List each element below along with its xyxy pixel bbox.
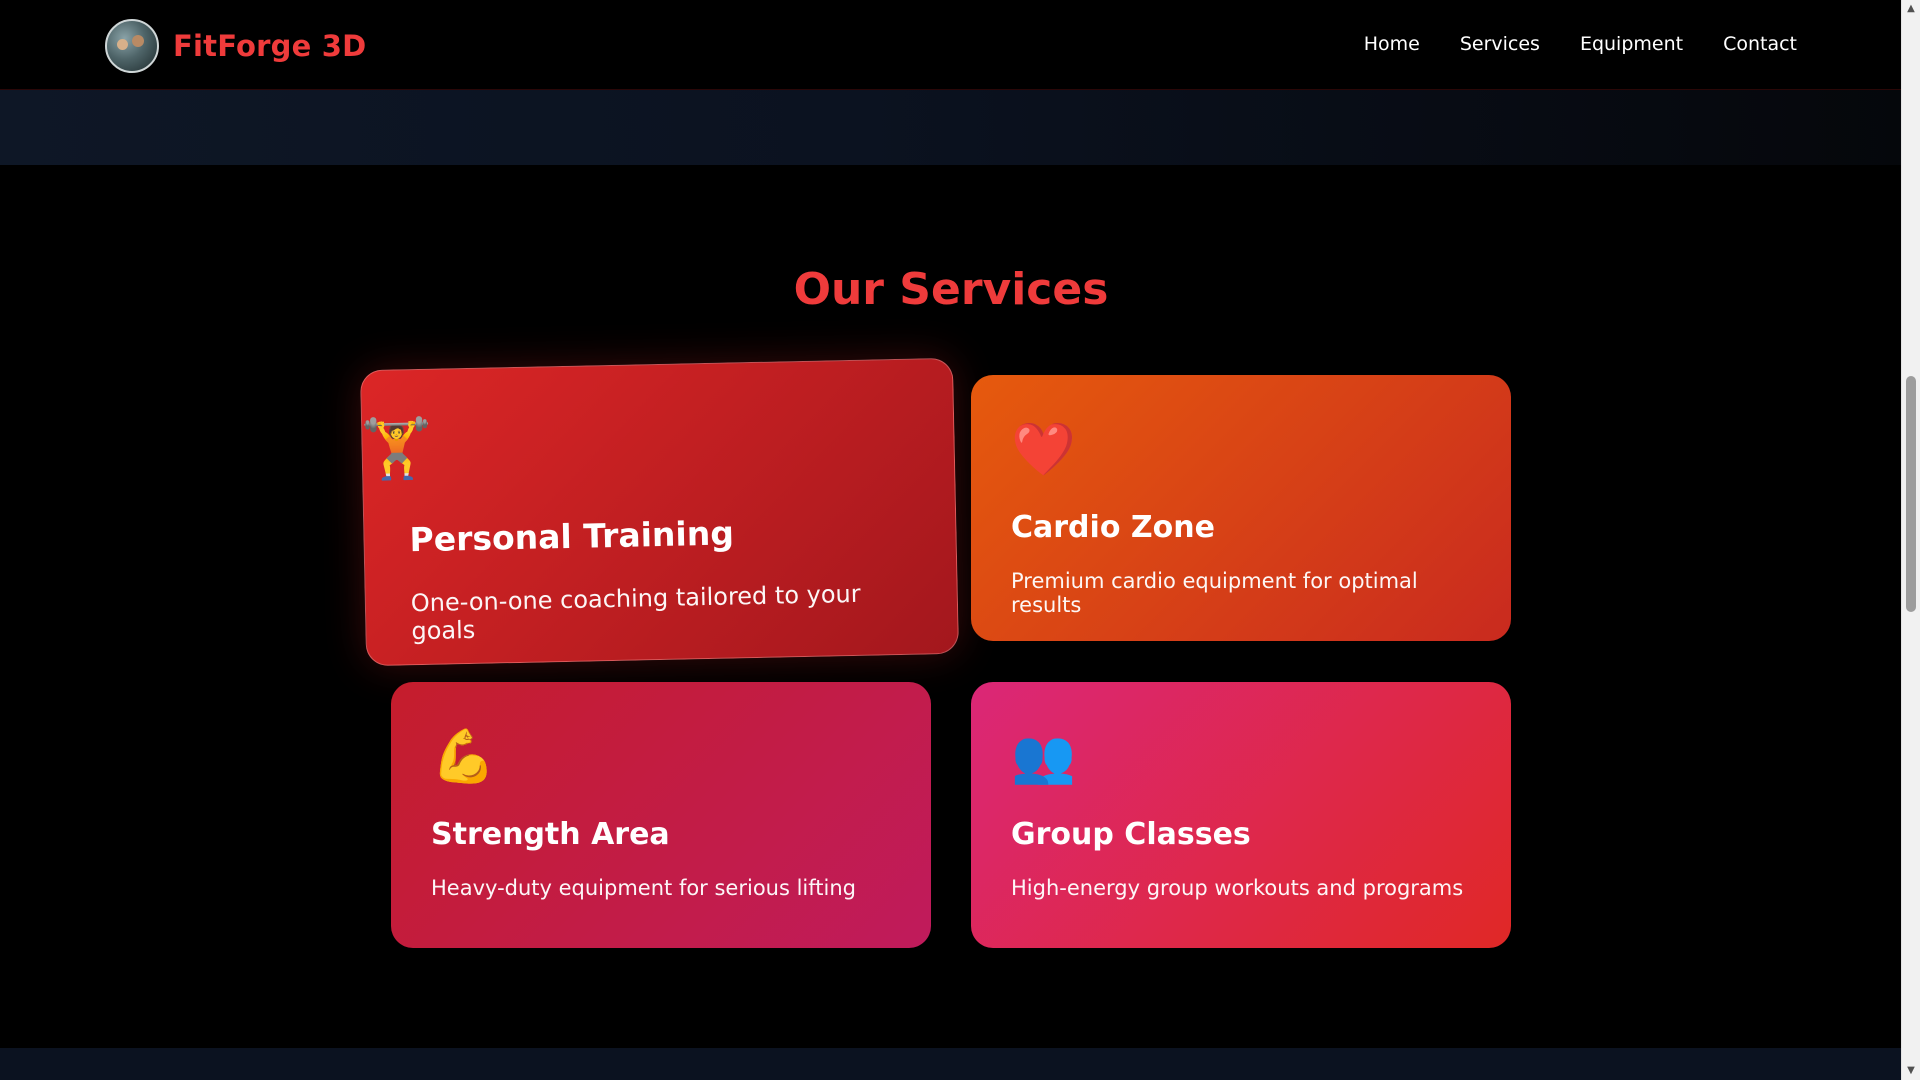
services-title: Our Services — [793, 264, 1109, 315]
flexed-biceps-icon: 💪 — [431, 727, 496, 787]
heart-icon: ❤️ — [1011, 420, 1076, 480]
brand-name[interactable]: FitForge 3D — [173, 29, 366, 63]
service-card-cardio-zone[interactable]: ❤️ Cardio Zone Premium cardio equipment … — [971, 375, 1511, 641]
nav-link-home[interactable]: Home — [1364, 33, 1420, 55]
service-card-title: Group Classes — [1011, 817, 1251, 852]
service-card-title: Personal Training — [409, 513, 735, 560]
vertical-scrollbar[interactable]: ▲ ▼ — [1901, 0, 1920, 1080]
brand[interactable]: FitForge 3D — [105, 19, 366, 73]
brand-logo-avatar[interactable] — [105, 19, 159, 73]
service-card-group-classes[interactable]: 👥 Group Classes High-energy group workou… — [971, 682, 1511, 948]
service-card-title: Strength Area — [431, 817, 670, 852]
service-card-title: Cardio Zone — [1011, 510, 1215, 545]
nav-link-services[interactable]: Services — [1460, 33, 1540, 55]
services-section: Our Services 🏋️ Personal Training One-on… — [0, 165, 1902, 1048]
nav-link-equipment[interactable]: Equipment — [1580, 33, 1683, 55]
group-people-icon: 👥 — [1011, 727, 1076, 787]
service-card-description: One-on-one coaching tailored to your goa… — [410, 579, 861, 646]
next-section-top — [0, 1048, 1902, 1080]
service-card-description: Premium cardio equipment for optimal res… — [1011, 569, 1418, 617]
hero-section-bottom — [0, 89, 1902, 165]
nav-links: Home Services Equipment Contact — [1364, 33, 1797, 55]
page: FitForge 3D Home Services Equipment Cont… — [0, 0, 1920, 1080]
scroll-down-arrow-icon[interactable]: ▼ — [1902, 1062, 1920, 1080]
weightlifter-icon: 🏋️ — [359, 413, 434, 484]
scrollbar-thumb[interactable] — [1906, 376, 1916, 612]
service-card-personal-training[interactable]: 🏋️ Personal Training One-on-one coaching… — [359, 357, 960, 667]
service-card-description: Heavy-duty equipment for serious lifting — [431, 876, 856, 900]
nav-link-contact[interactable]: Contact — [1723, 33, 1797, 55]
scroll-up-arrow-icon[interactable]: ▲ — [1902, 0, 1920, 18]
navbar: FitForge 3D Home Services Equipment Cont… — [0, 0, 1902, 90]
service-card-strength-area[interactable]: 💪 Strength Area Heavy-duty equipment for… — [391, 682, 931, 948]
service-card-description: High-energy group workouts and programs — [1011, 876, 1464, 900]
